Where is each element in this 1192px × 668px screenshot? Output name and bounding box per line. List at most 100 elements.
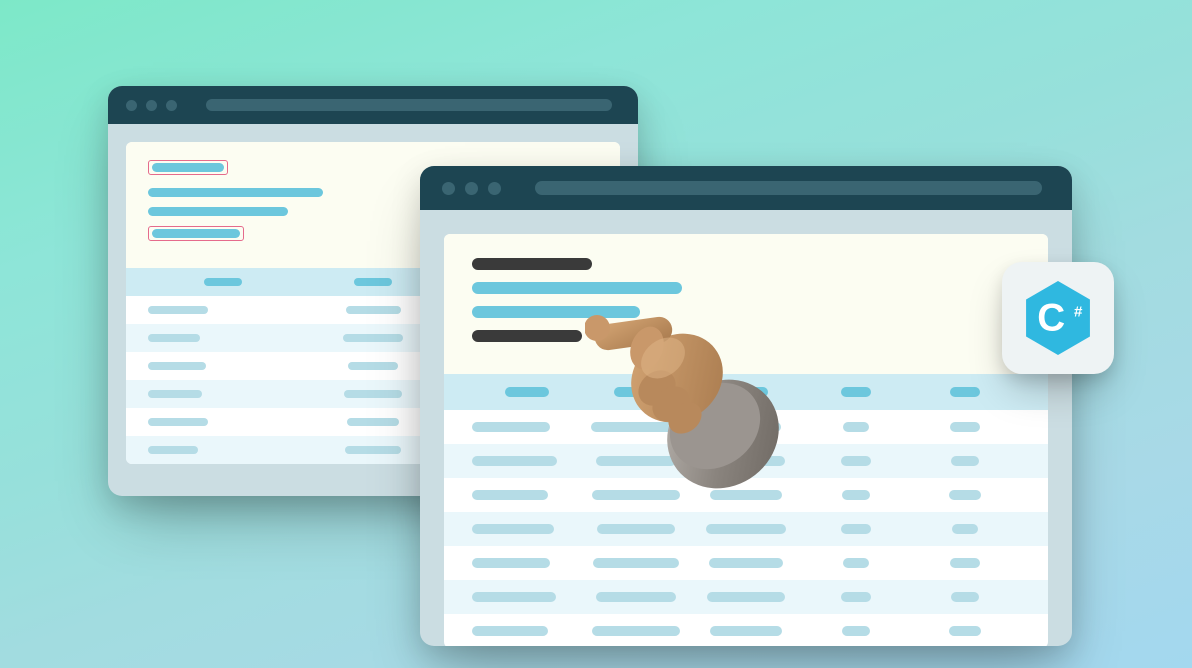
- browser-window-front: [420, 166, 1072, 646]
- table-cell: [910, 592, 1020, 602]
- cell-content: [949, 626, 981, 636]
- badge-sharp: #: [1074, 303, 1083, 320]
- table-cell: [910, 456, 1020, 466]
- table-cell: [472, 592, 582, 602]
- cell-content: [593, 558, 679, 568]
- cell-content: [951, 592, 979, 602]
- header-pill: [841, 387, 871, 397]
- document-header: [444, 234, 1048, 374]
- cell-content: [841, 592, 871, 602]
- table-row[interactable]: [444, 580, 1048, 614]
- table-cell: [801, 524, 911, 534]
- header-pill: [204, 278, 242, 286]
- text-line: [472, 306, 640, 318]
- table-cell: [691, 592, 801, 602]
- column-header[interactable]: [148, 278, 298, 286]
- table-row[interactable]: [444, 444, 1048, 478]
- cell-content: [841, 524, 871, 534]
- header-pill: [354, 278, 392, 286]
- table-cell: [801, 592, 911, 602]
- header-pill: [724, 387, 768, 397]
- cell-content: [597, 524, 675, 534]
- table-row[interactable]: [444, 410, 1048, 444]
- cell-content: [343, 334, 403, 342]
- table-cell: [472, 558, 582, 568]
- selected-text-line[interactable]: [148, 160, 228, 175]
- cell-content: [346, 306, 401, 314]
- traffic-light-minimize-icon[interactable]: [146, 100, 157, 111]
- selected-text-line[interactable]: [148, 226, 244, 241]
- window-body: [420, 210, 1072, 646]
- table-cell: [691, 558, 801, 568]
- traffic-light-minimize-icon[interactable]: [465, 182, 478, 195]
- column-header[interactable]: [472, 387, 582, 397]
- table-cell: [910, 626, 1020, 636]
- badge-letter: C: [1037, 297, 1065, 340]
- table-cell: [910, 422, 1020, 432]
- table-cell: [691, 626, 801, 636]
- table-cell: [148, 362, 298, 370]
- cell-content: [707, 456, 785, 466]
- column-header[interactable]: [691, 387, 801, 397]
- table-row[interactable]: [444, 478, 1048, 512]
- table-cell: [148, 306, 298, 314]
- table-cell: [801, 422, 911, 432]
- cell-content: [842, 490, 870, 500]
- cell-content: [950, 422, 980, 432]
- address-bar[interactable]: [535, 181, 1042, 195]
- cell-content: [706, 524, 786, 534]
- column-header[interactable]: [582, 387, 692, 397]
- traffic-light-zoom-icon[interactable]: [166, 100, 177, 111]
- cell-content: [472, 524, 554, 534]
- cell-content: [348, 362, 398, 370]
- table-row[interactable]: [444, 512, 1048, 546]
- column-header[interactable]: [910, 387, 1020, 397]
- cell-content: [707, 592, 785, 602]
- table-cell: [691, 456, 801, 466]
- text-line: [148, 207, 288, 216]
- traffic-light-close-icon[interactable]: [126, 100, 137, 111]
- table-cell: [148, 418, 298, 426]
- cell-content: [709, 558, 783, 568]
- table-cell: [582, 456, 692, 466]
- cell-content: [596, 456, 676, 466]
- table-cell: [910, 524, 1020, 534]
- table-cell: [691, 490, 801, 500]
- cell-content: [710, 490, 782, 500]
- table-cell: [472, 524, 582, 534]
- table-cell: [910, 490, 1020, 500]
- table-cell: [148, 446, 298, 454]
- table-cell: [582, 626, 692, 636]
- cell-content: [592, 490, 680, 500]
- table-cell: [472, 422, 582, 432]
- table-cell: [910, 558, 1020, 568]
- address-bar[interactable]: [206, 99, 612, 111]
- heading-line: [472, 330, 582, 342]
- cell-content: [148, 334, 200, 342]
- cell-content: [711, 422, 781, 432]
- cell-content: [950, 558, 980, 568]
- column-header[interactable]: [801, 387, 911, 397]
- cell-content: [596, 592, 676, 602]
- csharp-logo-icon: C #: [1016, 276, 1100, 360]
- table-cell: [801, 626, 911, 636]
- header-pill: [614, 387, 658, 397]
- cell-content: [472, 490, 548, 500]
- table-row[interactable]: [444, 614, 1048, 646]
- cell-content: [472, 456, 557, 466]
- cell-content: [472, 626, 548, 636]
- table-cell: [582, 524, 692, 534]
- text-line: [472, 282, 682, 294]
- table-header: [444, 374, 1048, 410]
- table-cell: [472, 490, 582, 500]
- table-cell: [801, 490, 911, 500]
- cell-content: [345, 446, 401, 454]
- table-cell: [691, 524, 801, 534]
- cell-content: [592, 626, 680, 636]
- cell-content: [841, 456, 871, 466]
- table-row[interactable]: [444, 546, 1048, 580]
- table-cell: [801, 558, 911, 568]
- traffic-light-zoom-icon[interactable]: [488, 182, 501, 195]
- traffic-light-close-icon[interactable]: [442, 182, 455, 195]
- cell-content: [843, 422, 869, 432]
